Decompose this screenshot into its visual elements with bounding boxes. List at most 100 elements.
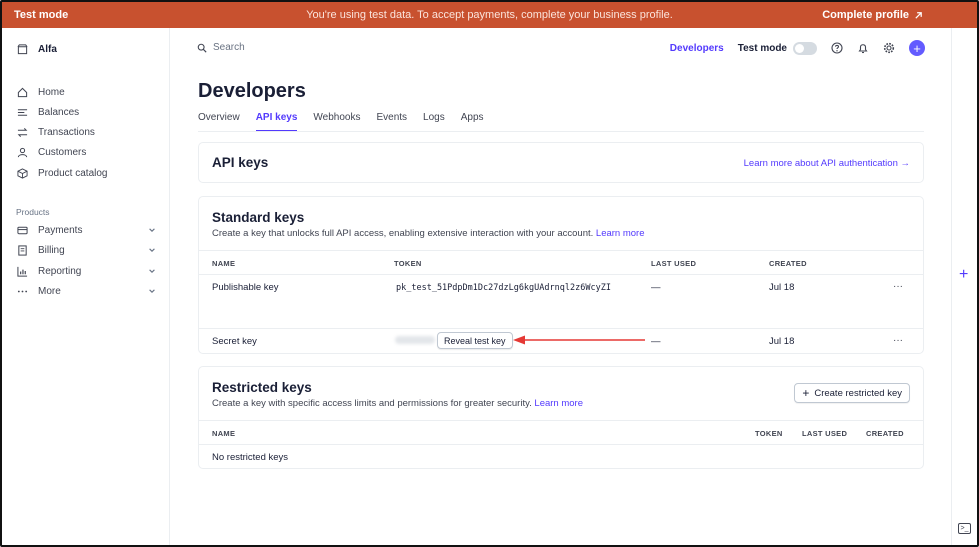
account-name: Alfa — [38, 43, 57, 55]
divider — [199, 444, 923, 445]
key-name: Secret key — [212, 336, 257, 347]
sidebar-item-label: More — [38, 285, 61, 297]
sidebar: Alfa Home Balances Transactions Customer… — [2, 28, 170, 545]
tab-overview[interactable]: Overview — [198, 112, 240, 132]
chevron-down-icon — [148, 287, 156, 295]
sidebar-item-label: Payments — [38, 224, 83, 236]
developers-tabs: Overview API keys Webhooks Events Logs A… — [198, 112, 484, 132]
sidebar-item-billing[interactable]: Billing — [16, 242, 156, 258]
sidebar-item-reporting[interactable]: Reporting — [16, 263, 156, 279]
sidebar-item-label: Product catalog — [38, 167, 108, 179]
sidebar-item-home[interactable]: Home — [16, 84, 65, 100]
sidebar-item-label: Transactions — [38, 126, 95, 138]
sidebar-item-customers[interactable]: Customers — [16, 144, 86, 160]
standard-keys-description: Create a key that unlocks full API acces… — [212, 228, 594, 239]
plus-icon: + — [802, 386, 810, 400]
complete-profile-label: Complete profile — [822, 9, 909, 21]
last-used-value: — — [651, 282, 661, 293]
arrow-up-right-icon — [914, 11, 923, 20]
transactions-icon — [16, 126, 29, 139]
tab-webhooks[interactable]: Webhooks — [313, 112, 360, 132]
expand-panel-plus-icon[interactable]: + — [959, 267, 968, 283]
gear-icon[interactable] — [883, 42, 895, 54]
sidebar-item-balances[interactable]: Balances — [16, 104, 79, 120]
bell-icon[interactable] — [857, 42, 869, 54]
app-window: Test mode You're using test data. To acc… — [0, 0, 979, 547]
sidebar-section-products: Products — [16, 207, 50, 217]
tabs-divider — [198, 131, 924, 132]
header-actions: Developers Test mode + — [670, 40, 925, 56]
test-mode-banner: Test mode You're using test data. To acc… — [2, 2, 977, 28]
column-header-token: TOKEN — [755, 429, 783, 438]
search-input[interactable]: Search — [213, 42, 245, 53]
create-restricted-key-button[interactable]: + Create restricted key — [794, 383, 910, 403]
sidebar-item-label: Reporting — [38, 265, 82, 277]
restricted-keys-description: Create a key with specific access limits… — [212, 398, 532, 409]
annotation-arrow — [513, 335, 645, 345]
divider — [199, 420, 923, 421]
column-header-last-used: LAST USED — [651, 259, 697, 268]
row-overflow-menu-button[interactable]: ··· — [893, 281, 903, 292]
tab-logs[interactable]: Logs — [423, 112, 445, 132]
create-restricted-key-label: Create restricted key — [814, 387, 902, 399]
search-bar[interactable]: Search — [197, 42, 245, 53]
terminal-icon[interactable]: >_ — [958, 523, 971, 534]
create-plus-button[interactable]: + — [909, 40, 925, 56]
home-icon — [16, 86, 29, 99]
publishable-key-token[interactable]: pk_test_51PdpDm1Dc27dzLg6kgUAdrnql2z6Wcy… — [396, 283, 611, 293]
column-header-created: CREATED — [866, 429, 904, 438]
created-value: Jul 18 — [769, 282, 795, 293]
sidebar-item-transactions[interactable]: Transactions — [16, 124, 95, 140]
plus-icon: + — [913, 40, 921, 56]
divider — [199, 274, 923, 275]
customer-icon — [16, 146, 29, 159]
tab-apps[interactable]: Apps — [461, 112, 484, 132]
column-header-name: NAME — [212, 259, 236, 268]
main-content: Search Developers Test mode + Developers — [171, 28, 951, 545]
api-keys-title: API keys — [212, 155, 269, 170]
column-header-token: TOKEN — [394, 259, 422, 268]
restricted-keys-learn-more-link[interactable]: Learn more — [534, 398, 583, 409]
sidebar-item-label: Home — [38, 86, 65, 98]
standard-keys-card: Standard keys Create a key that unlocks … — [198, 196, 924, 354]
right-rail: + >_ — [951, 28, 977, 545]
account-switcher[interactable]: Alfa — [16, 41, 57, 57]
page-title: Developers — [198, 80, 306, 102]
key-name: Publishable key — [212, 282, 279, 293]
column-header-last-used: LAST USED — [802, 429, 848, 438]
api-auth-learn-more-link[interactable]: Learn more about API authentication → — [744, 158, 910, 169]
restricted-keys-card: Restricted keys Create a key with specif… — [198, 366, 924, 469]
balances-icon — [16, 106, 29, 119]
sidebar-item-label: Customers — [38, 146, 87, 158]
sidebar-item-label: Billing — [38, 244, 65, 256]
masked-secret-key — [395, 336, 435, 344]
test-mode-control: Test mode — [738, 41, 817, 55]
box-icon — [16, 167, 29, 180]
empty-state-text: No restricted keys — [212, 452, 289, 463]
tab-events[interactable]: Events — [376, 112, 407, 132]
last-used-value: — — [651, 336, 661, 347]
test-mode-toggle[interactable] — [793, 41, 817, 55]
ellipsis-icon — [16, 285, 29, 298]
chart-icon — [16, 265, 29, 278]
store-icon — [16, 43, 29, 56]
row-overflow-menu-button[interactable]: ··· — [893, 335, 903, 346]
column-header-name: NAME — [212, 429, 236, 438]
complete-profile-link[interactable]: Complete profile — [822, 9, 923, 21]
developers-link[interactable]: Developers — [670, 43, 724, 54]
divider — [199, 250, 923, 251]
chevron-down-icon — [148, 226, 156, 234]
sidebar-item-more[interactable]: More — [16, 283, 156, 299]
standard-keys-learn-more-link[interactable]: Learn more — [596, 228, 645, 239]
sidebar-item-product-catalog[interactable]: Product catalog — [16, 165, 108, 181]
tab-api-keys[interactable]: API keys — [255, 112, 298, 132]
chevron-down-icon — [148, 267, 156, 275]
sidebar-item-payments[interactable]: Payments — [16, 222, 156, 238]
help-icon[interactable] — [831, 42, 843, 54]
chevron-down-icon — [148, 246, 156, 254]
divider — [199, 328, 923, 329]
reveal-test-key-button[interactable]: Reveal test key — [437, 332, 513, 349]
column-header-created: CREATED — [769, 259, 807, 268]
restricted-keys-title: Restricted keys — [212, 380, 312, 395]
standard-keys-title: Standard keys — [212, 210, 305, 225]
